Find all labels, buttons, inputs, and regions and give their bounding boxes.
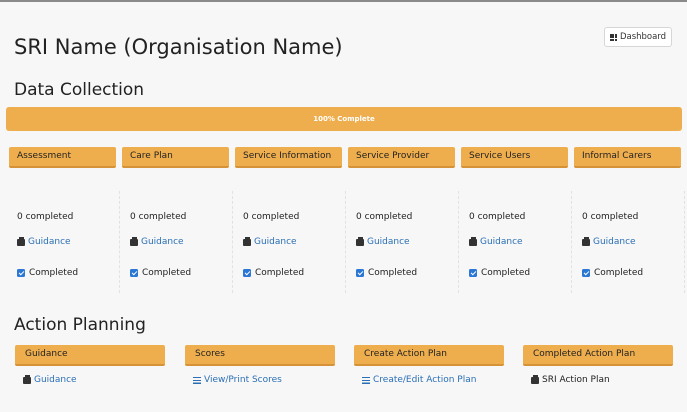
completed-checkbox[interactable]: Completed — [130, 268, 191, 278]
guidance-link-label: Guidance — [593, 237, 636, 247]
guidance-link-label: Guidance — [480, 237, 523, 247]
print-icon — [356, 236, 364, 246]
column-header: Completed Action Plan — [523, 345, 673, 366]
progress-bar: 100% Complete — [6, 107, 682, 131]
completed-checkbox[interactable]: Completed — [243, 268, 304, 278]
completed-count: 0 completed — [17, 212, 74, 222]
print-icon — [130, 236, 138, 246]
print-icon — [582, 236, 590, 246]
guidance-link[interactable]: Guidance — [17, 236, 71, 247]
checkbox-checked-icon — [356, 269, 364, 277]
guidance-link-label: Guidance — [254, 237, 297, 247]
dc-column-care-plan: Care Plan 0 completed Guidance Completed — [122, 147, 233, 293]
dc-column-service-information: Service Information 0 completed Guidance… — [235, 147, 346, 293]
guidance-link-label: Guidance — [28, 237, 71, 247]
guidance-link[interactable]: Guidance — [582, 236, 636, 247]
column-header: Service Provider — [348, 147, 455, 168]
status-label: Completed — [594, 268, 644, 278]
completed-count: 0 completed — [469, 212, 526, 222]
checkbox-checked-icon — [469, 269, 477, 277]
completed-checkbox[interactable]: Completed — [356, 268, 417, 278]
print-icon — [469, 236, 477, 246]
checkbox-checked-icon — [582, 269, 590, 277]
column-header: Scores — [185, 345, 335, 366]
status-label: Completed — [481, 268, 531, 278]
ap-column-guidance: Guidance Guidance — [15, 345, 165, 385]
ap-column-scores: Scores View/Print Scores — [185, 345, 335, 385]
column-header: Care Plan — [122, 147, 229, 168]
column-header: Informal Carers — [574, 147, 681, 168]
guidance-link-label: Guidance — [367, 237, 410, 247]
guidance-link[interactable]: Guidance — [130, 236, 184, 247]
page-title: SRI Name (Organisation Name) — [14, 35, 343, 59]
view-print-scores-link[interactable]: View/Print Scores — [185, 375, 335, 385]
dc-column-assessment: Assessment 0 completed Guidance Complete… — [9, 147, 120, 293]
checkbox-checked-icon — [130, 269, 138, 277]
view-print-scores-label: View/Print Scores — [204, 375, 282, 385]
completed-count: 0 completed — [356, 212, 413, 222]
status-label: Completed — [255, 268, 305, 278]
create-edit-action-plan-link[interactable]: Create/Edit Action Plan — [354, 375, 504, 385]
print-icon — [23, 374, 31, 384]
completed-checkbox[interactable]: Completed — [17, 268, 78, 278]
completed-count: 0 completed — [582, 212, 639, 222]
print-icon — [531, 374, 539, 384]
guidance-link[interactable]: Guidance — [469, 236, 523, 247]
dashboard-button-label: Dashboard — [619, 32, 667, 42]
checkbox-checked-icon — [243, 269, 251, 277]
completed-checkbox[interactable]: Completed — [582, 268, 643, 278]
dc-column-informal-carers: Informal Carers 0 completed Guidance Com… — [574, 147, 685, 293]
data-collection-title: Data Collection — [14, 80, 145, 100]
create-edit-action-plan-label: Create/Edit Action Plan — [373, 375, 477, 385]
guidance-link-label: Guidance — [141, 237, 184, 247]
column-header: Guidance — [15, 345, 165, 366]
ap-column-create-action-plan: Create Action Plan Create/Edit Action Pl… — [354, 345, 504, 385]
guidance-link[interactable]: Guidance — [243, 236, 297, 247]
action-planning-title: Action Planning — [14, 315, 146, 335]
checkbox-checked-icon — [17, 269, 25, 277]
column-header: Create Action Plan — [354, 345, 504, 366]
dc-column-service-users: Service Users 0 completed Guidance Compl… — [461, 147, 572, 293]
status-label: Completed — [29, 268, 79, 278]
guidance-link[interactable]: Guidance — [356, 236, 410, 247]
status-label: Completed — [142, 268, 192, 278]
ap-column-completed-action-plan: Completed Action Plan SRI Action Plan — [523, 345, 673, 385]
status-label: Completed — [368, 268, 418, 278]
list-icon — [362, 376, 370, 384]
list-icon — [193, 376, 201, 384]
dashboard-button[interactable]: Dashboard — [604, 27, 672, 47]
column-header: Assessment — [9, 147, 116, 168]
print-icon — [243, 236, 251, 246]
completed-count: 0 completed — [130, 212, 187, 222]
completed-count: 0 completed — [243, 212, 300, 222]
guidance-link[interactable]: Guidance — [15, 374, 165, 385]
column-header: Service Information — [235, 147, 342, 168]
sri-action-plan-label: SRI Action Plan — [542, 375, 610, 385]
print-icon — [17, 236, 25, 246]
sri-action-plan-item: SRI Action Plan — [523, 374, 673, 385]
grid-icon — [609, 33, 617, 41]
column-header: Service Users — [461, 147, 568, 168]
dc-column-service-provider: Service Provider 0 completed Guidance Co… — [348, 147, 459, 293]
guidance-link-label: Guidance — [34, 375, 77, 385]
completed-checkbox[interactable]: Completed — [469, 268, 530, 278]
progress-label: 100% Complete — [313, 115, 375, 123]
